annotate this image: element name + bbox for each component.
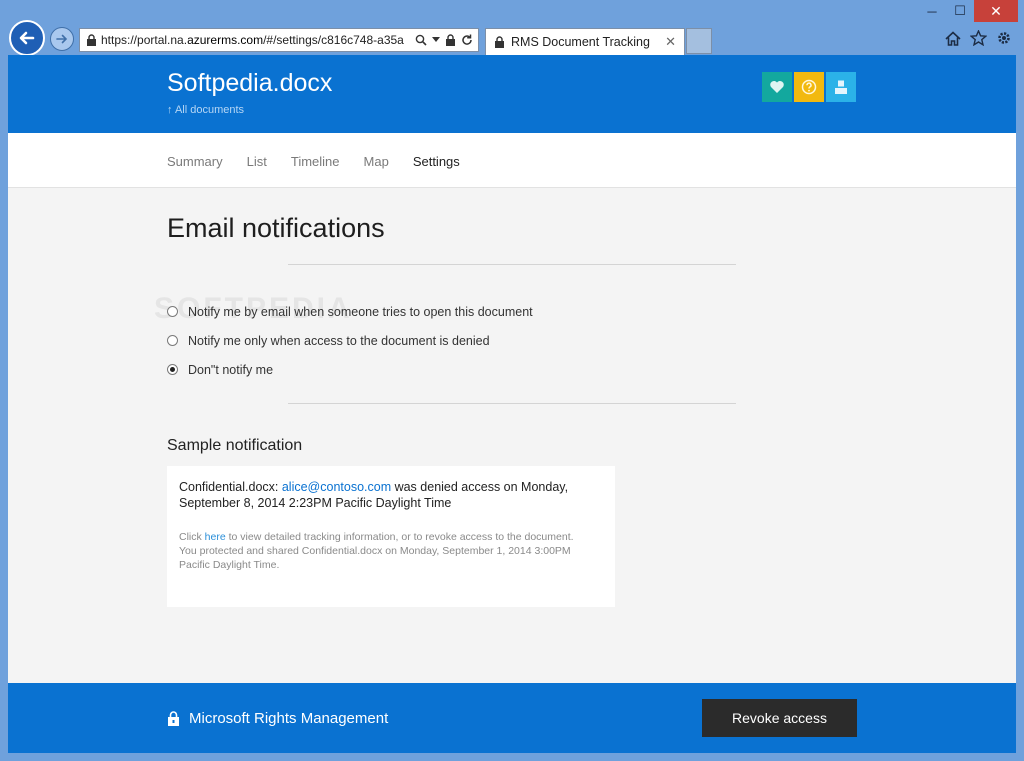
sample-sub-suffix: to view detailed tracking information, o… [225, 531, 574, 543]
sample-sub-prefix: Click [179, 531, 205, 543]
sample-notification-card: Confidential.docx: alice@contoso.com was… [167, 466, 615, 607]
refresh-icon[interactable] [461, 34, 473, 46]
url-domain: azurerms.com [187, 33, 264, 47]
revoke-access-button[interactable]: Revoke access [702, 699, 857, 737]
radio-notify-open[interactable] [167, 306, 178, 317]
sample-here-link[interactable]: here [205, 531, 226, 543]
arrow-right-icon [56, 34, 68, 44]
notification-options: Notify me by email when someone tries to… [167, 297, 533, 384]
sample-sub-line-1: Click here to view detailed tracking inf… [179, 530, 603, 544]
option-label: Notify me by email when someone tries to… [188, 304, 533, 319]
window-controls: ─ ☐ ✕ [918, 0, 1018, 24]
option-notify-open[interactable]: Notify me by email when someone tries to… [167, 297, 533, 326]
tab-list[interactable]: List [247, 154, 267, 169]
option-label: Notify me only when access to the docume… [188, 333, 490, 348]
option-label: Don"t notify me [188, 362, 274, 377]
tab-map[interactable]: Map [364, 154, 389, 169]
footer-brand: Microsoft Rights Management [167, 710, 388, 727]
page-footer: Microsoft Rights Management Revoke acces… [8, 683, 1016, 753]
secure-lock-icon[interactable] [445, 34, 456, 46]
arrow-left-icon [19, 31, 35, 45]
favorite-tile[interactable] [762, 72, 792, 102]
back-button[interactable] [9, 20, 45, 56]
minimize-button[interactable]: ─ [918, 0, 946, 22]
sample-sub-line-2: You protected and shared Confidential.do… [179, 545, 571, 571]
tab-close-icon[interactable]: ✕ [665, 34, 676, 50]
tab-timeline[interactable]: Timeline [291, 154, 340, 169]
document-header: Softpedia.docx ↑ All documents [8, 55, 1016, 133]
option-notify-denied[interactable]: Notify me only when access to the docume… [167, 326, 533, 355]
search-icon[interactable] [415, 34, 427, 46]
divider-top [288, 264, 736, 265]
radio-notify-denied[interactable] [167, 335, 178, 346]
sample-sub-text: Click here to view detailed tracking inf… [179, 530, 603, 572]
gear-icon[interactable] [996, 30, 1012, 46]
address-tools [415, 34, 478, 46]
option-dont-notify[interactable]: Don"t notify me [167, 355, 533, 384]
help-icon [801, 79, 817, 95]
sample-email-link[interactable]: alice@contoso.com [282, 480, 391, 494]
sample-notification-title: Sample notification [167, 437, 303, 454]
tab-settings[interactable]: Settings [413, 154, 460, 169]
browser-tools [945, 30, 1012, 46]
lock-icon [87, 34, 96, 46]
forward-button[interactable] [50, 27, 74, 51]
radio-dont-notify[interactable] [167, 364, 178, 375]
tab-summary[interactable]: Summary [167, 154, 223, 169]
new-tab-button[interactable] [686, 28, 712, 54]
footer-brand-label: Microsoft Rights Management [189, 710, 389, 727]
sample-main-prefix: Confidential.docx: [179, 480, 282, 494]
heart-icon [770, 81, 784, 93]
sample-main-text: Confidential.docx: alice@contoso.com was… [179, 479, 603, 511]
dropdown-arrow-icon[interactable] [432, 37, 440, 43]
address-bar[interactable]: https://portal.na.azurerms.com/#/setting… [79, 28, 479, 52]
url-path: /#/settings/c816c748-a35a [263, 33, 404, 47]
tab-rms-document-tracking[interactable]: RMS Document Tracking ✕ [485, 28, 685, 55]
home-icon[interactable] [945, 30, 961, 46]
rights-management-lock-icon [168, 711, 179, 726]
section-nav: Summary List Timeline Map Settings [8, 133, 1016, 188]
maximize-button[interactable]: ☐ [946, 0, 974, 22]
star-icon[interactable] [970, 30, 987, 46]
user-icon [835, 80, 847, 94]
url-text[interactable]: https://portal.na.azurerms.com/#/setting… [101, 33, 415, 47]
url-prefix: https://portal.na. [101, 33, 188, 47]
tab-title: RMS Document Tracking [511, 35, 650, 49]
email-notifications-title: Email notifications [167, 213, 385, 243]
page-content: Softpedia.docx ↑ All documents Summary L… [8, 55, 1016, 753]
profile-tile[interactable] [826, 72, 856, 102]
header-tiles [762, 72, 856, 102]
help-tile[interactable] [794, 72, 824, 102]
document-title: Softpedia.docx [167, 69, 333, 97]
lock-favicon-icon [495, 36, 504, 48]
divider-bottom [288, 403, 736, 404]
nav-tabs: Summary List Timeline Map Settings [167, 154, 460, 169]
close-window-button[interactable]: ✕ [974, 0, 1018, 22]
all-documents-link[interactable]: ↑ All documents [167, 104, 244, 116]
